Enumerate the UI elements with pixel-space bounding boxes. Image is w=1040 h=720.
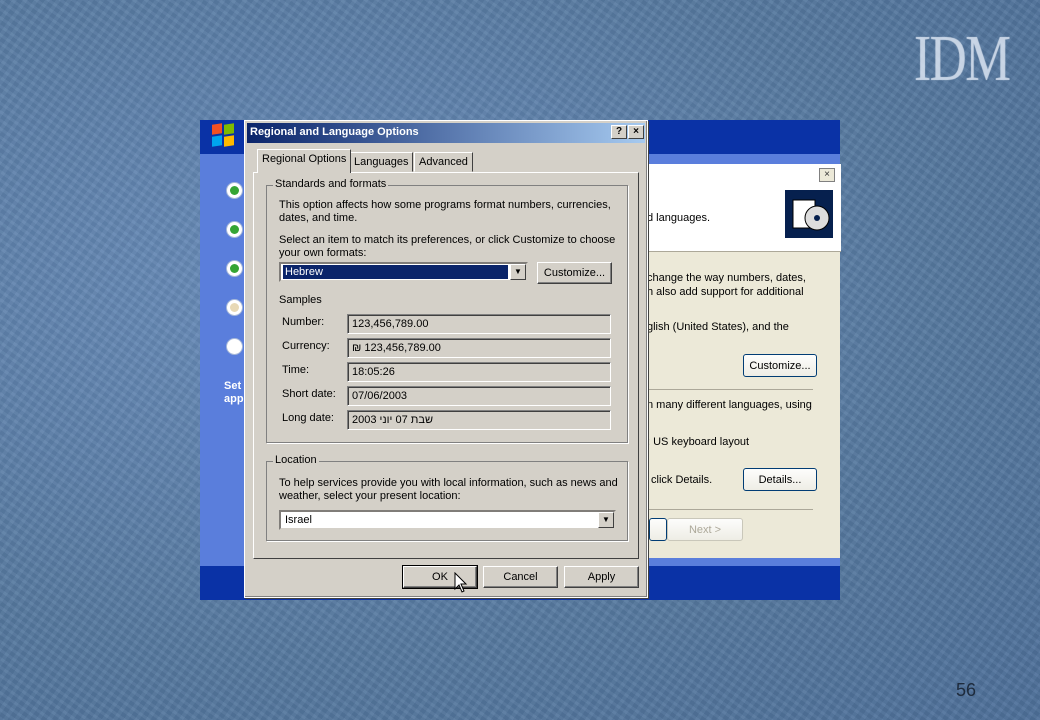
samples-heading: Samples	[279, 294, 322, 306]
next-button[interactable]: Next >	[667, 518, 743, 541]
setup-step-pending-icon	[226, 338, 243, 355]
close-button[interactable]: ×	[628, 125, 644, 139]
back-details-text: click Details.	[651, 474, 713, 486]
back-dialog-header: × d languages.	[645, 164, 841, 252]
dialog-title-bar[interactable]: Regional and Language Options ? ×	[247, 123, 645, 143]
location-select-value: Israel	[285, 514, 312, 526]
back-customize-button[interactable]: Customize...	[743, 354, 817, 377]
sample-value-long-date: שבת 07 יוני 2003	[347, 410, 611, 430]
windows-logo-icon	[212, 123, 236, 148]
sample-value-currency: ₪ 123,456,789.00	[347, 338, 611, 358]
back-keyboard-text: : US keyboard layout	[647, 436, 750, 448]
standards-formats-group: Standards and formats This option affect…	[266, 178, 628, 443]
back-para3: n many different languages, using	[647, 399, 812, 411]
location-desc-line1: To help services provide you with local …	[279, 477, 618, 489]
back-header-text: d languages.	[647, 212, 710, 224]
regional-language-options-dialog: Regional and Language Options ? × Region…	[244, 120, 648, 598]
standards-desc-line2: dates, and time.	[279, 212, 358, 224]
setup-step-done-icon	[226, 182, 243, 199]
setup-background-dialog: × d languages. change the way numbers, d…	[644, 164, 841, 558]
setup-step-done-icon	[226, 260, 243, 277]
format-select-value: Hebrew	[283, 265, 508, 279]
sample-label-currency: Currency:	[282, 340, 330, 352]
help-button[interactable]: ?	[611, 125, 627, 139]
setup-side-text: Set app	[224, 380, 244, 405]
sample-value-short-date: 07/06/2003	[347, 386, 611, 406]
back-divider	[645, 509, 813, 510]
sample-label-long-date: Long date:	[282, 412, 334, 424]
tab-languages[interactable]: Languages	[349, 152, 414, 172]
back-details-button[interactable]: Details...	[743, 468, 817, 491]
location-group: Location To help services provide you wi…	[266, 454, 628, 541]
select-desc-line2: your own formats:	[279, 247, 367, 259]
chevron-down-icon[interactable]: ▼	[510, 264, 526, 280]
idm-logo: IDM	[914, 22, 1011, 95]
regional-options-panel: Standards and formats This option affect…	[253, 172, 639, 559]
chevron-down-icon[interactable]: ▼	[598, 512, 614, 528]
tab-advanced[interactable]: Advanced	[414, 152, 473, 172]
back-para2: glish (United States), and the	[647, 321, 789, 333]
back-divider	[645, 389, 813, 390]
apply-button[interactable]: Apply	[564, 566, 639, 588]
customize-button[interactable]: Customize...	[537, 262, 612, 284]
location-desc-line2: weather, select your present location:	[279, 490, 461, 502]
cancel-button[interactable]: Cancel	[483, 566, 558, 588]
select-desc-line1: Select an item to match its preferences,…	[279, 234, 616, 246]
sample-label-short-date: Short date:	[282, 388, 336, 400]
format-select[interactable]: Hebrew ▼	[279, 262, 528, 282]
tab-regional-options[interactable]: Regional Options	[257, 149, 352, 173]
back-para1-line1: change the way numbers, dates,	[647, 272, 806, 284]
dialog-title: Regional and Language Options	[250, 126, 419, 138]
mouse-pointer-icon	[454, 572, 468, 593]
back-para1-line2: h also add support for additional	[647, 286, 804, 298]
standards-desc-line1: This option affects how some programs fo…	[279, 199, 611, 211]
sample-label-number: Number:	[282, 316, 325, 328]
back-button-partial[interactable]	[649, 518, 667, 541]
sample-value-time: 18:05:26	[347, 362, 611, 382]
location-select[interactable]: Israel ▼	[279, 510, 616, 530]
slide-page-number: 56	[956, 680, 977, 700]
setup-step-done-icon	[226, 221, 243, 238]
setup-step-current-icon	[226, 299, 243, 316]
location-legend: Location	[273, 454, 319, 466]
sample-label-time: Time:	[282, 364, 310, 376]
close-icon[interactable]: ×	[819, 168, 835, 182]
cd-install-icon	[785, 190, 833, 238]
sample-value-number: 123,456,789.00	[347, 314, 611, 334]
standards-legend: Standards and formats	[273, 178, 389, 190]
